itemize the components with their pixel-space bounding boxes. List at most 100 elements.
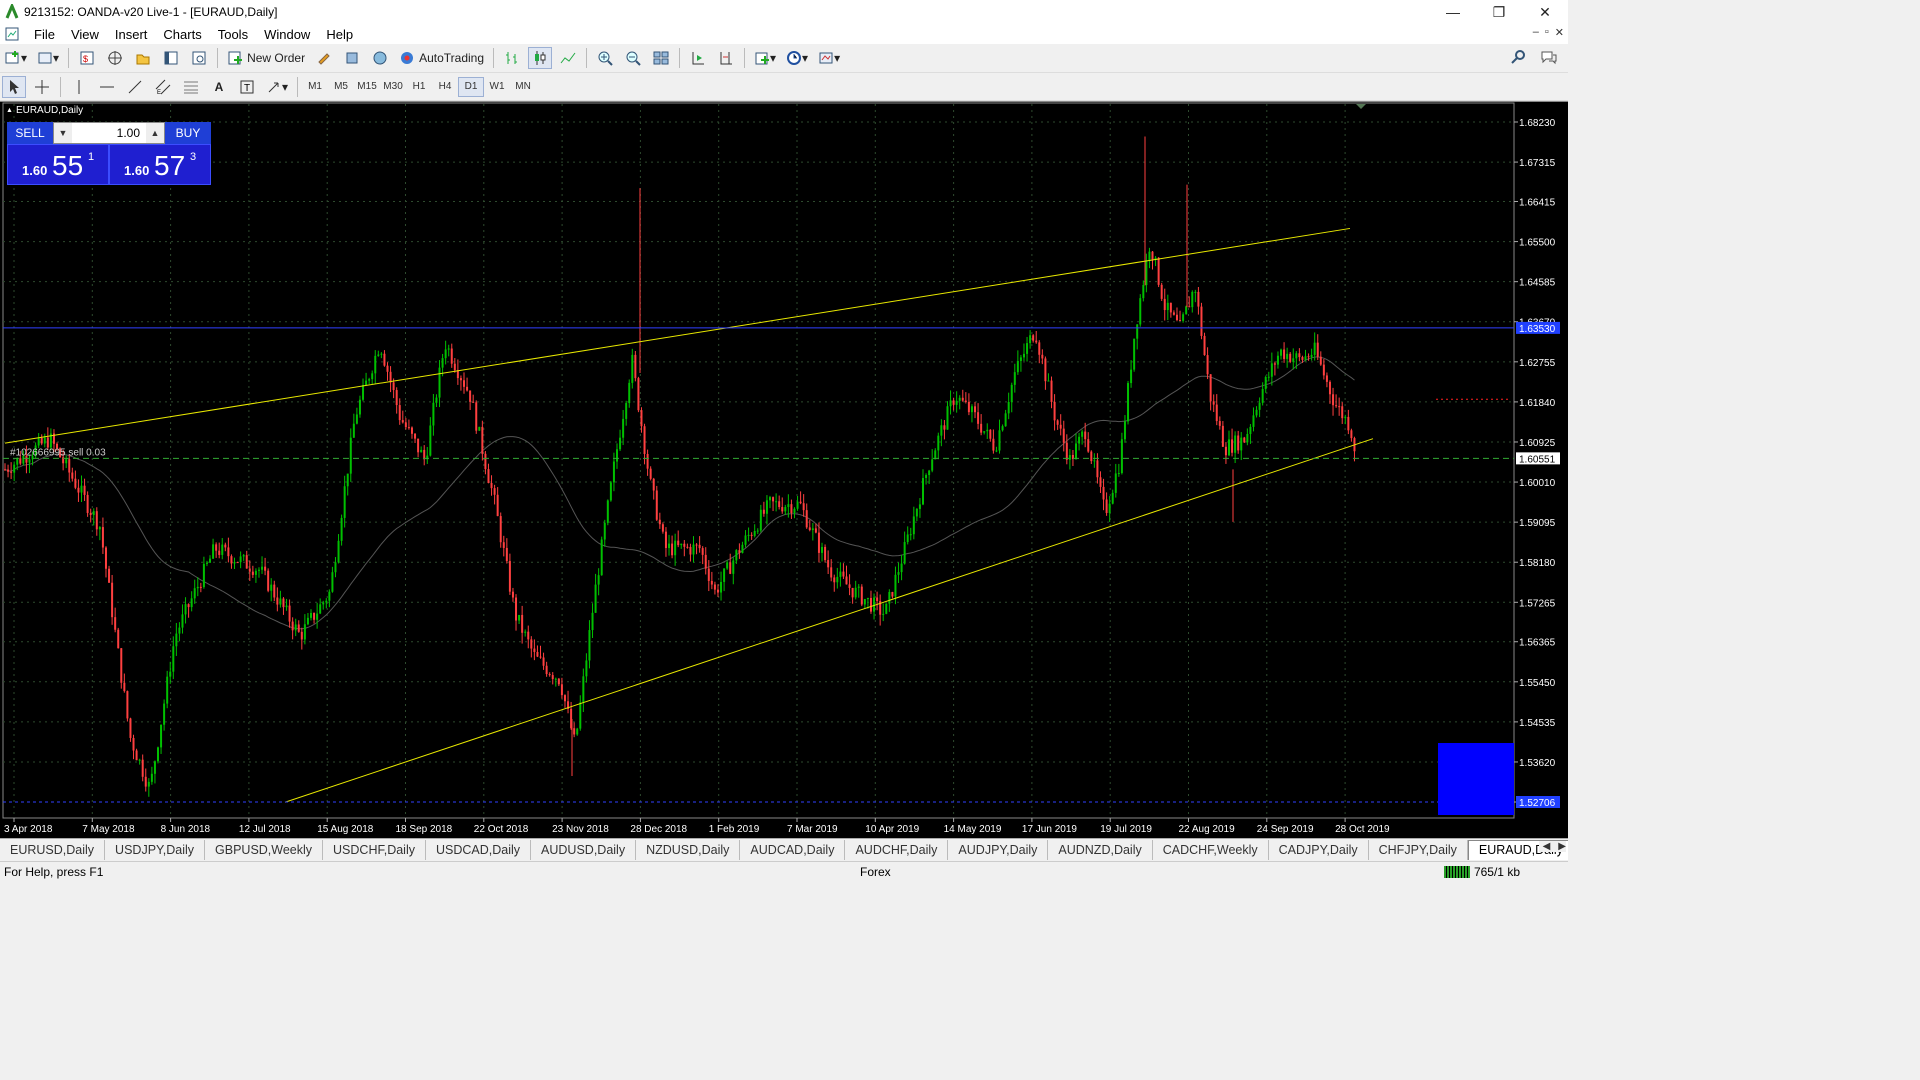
autotrading-button[interactable]: AutoTrading (396, 47, 487, 69)
sell-button[interactable]: SELL (7, 122, 53, 144)
timeframe-m30[interactable]: M30 (380, 77, 406, 97)
menu-insert[interactable]: Insert (107, 27, 156, 42)
lot-size-field[interactable]: 1.00 (72, 126, 146, 140)
mdi-restore-button[interactable]: ▫ (1545, 26, 1549, 39)
fibonacci-icon[interactable] (179, 76, 203, 98)
line-chart-icon[interactable] (556, 47, 580, 69)
lot-size-stepper[interactable]: ▼ 1.00 ▲ (53, 122, 165, 144)
equidistant-channel-icon[interactable]: E (151, 76, 175, 98)
tile-windows-icon[interactable] (649, 47, 673, 69)
collapse-triangle-icon[interactable]: ▲ (6, 107, 13, 114)
timeframe-m1[interactable]: M1 (302, 77, 328, 97)
tab-audjpy-daily[interactable]: AUDJPY,Daily (948, 839, 1049, 860)
templates-button[interactable]: ▾ (815, 47, 843, 69)
sell-price-button[interactable]: 1.60 55 1 (7, 144, 109, 185)
bar-chart-icon[interactable] (500, 47, 524, 69)
auto-scroll-icon[interactable] (686, 47, 710, 69)
search-icon[interactable] (1510, 49, 1526, 68)
time-axis-label: 23 Nov 2018 (552, 824, 609, 835)
text-icon[interactable]: A (207, 76, 231, 98)
periods-button[interactable]: ▾ (783, 47, 811, 69)
candle (1231, 428, 1234, 457)
menu-view[interactable]: View (63, 27, 107, 42)
restore-button[interactable]: ❐ (1476, 0, 1522, 24)
buy-price-button[interactable]: 1.60 57 3 (109, 144, 211, 185)
crosshair-icon[interactable] (30, 76, 54, 98)
timeframe-m15[interactable]: M15 (354, 77, 380, 97)
candle-body (664, 531, 667, 549)
tab-cadjpy-daily[interactable]: CADJPY,Daily (1269, 839, 1369, 860)
tab-usdjpy-daily[interactable]: USDJPY,Daily (105, 839, 206, 860)
trendline-icon[interactable] (123, 76, 147, 98)
profiles-button[interactable]: ▾ (34, 47, 62, 69)
document-icon[interactable] (4, 26, 20, 42)
timeframe-h1[interactable]: H1 (406, 77, 432, 97)
price-chart[interactable]: #102666995 sell 0.03 1.68230 1.67315 1.664… (0, 102, 1568, 839)
terminal-icon[interactable] (159, 47, 183, 69)
tab-chfjpy-daily[interactable]: CHFJPY,Daily (1369, 839, 1468, 860)
candle (1206, 347, 1209, 380)
tab-cadchf-weekly[interactable]: CADCHF,Weekly (1153, 839, 1269, 860)
new-order-button[interactable]: New Order (224, 47, 308, 69)
chart-shift-icon[interactable] (714, 47, 738, 69)
candle-body (967, 401, 970, 413)
candle (817, 522, 820, 563)
tab-usdchf-daily[interactable]: USDCHF,Daily (323, 839, 426, 860)
lot-increase-icon[interactable]: ▲ (146, 123, 164, 143)
tab-gbpusd-weekly[interactable]: GBPUSD,Weekly (205, 839, 324, 860)
candle-body (472, 401, 475, 403)
menu-help[interactable]: Help (318, 27, 361, 42)
data-window-icon[interactable] (103, 47, 127, 69)
tab-audusd-daily[interactable]: AUDUSD,Daily (531, 839, 637, 860)
market-watch-icon[interactable]: $ (75, 47, 99, 69)
tab-audcad-daily[interactable]: AUDCAD,Daily (740, 839, 846, 860)
chart-window[interactable]: #102666995 sell 0.03 1.68230 1.67315 1.664… (0, 101, 1568, 838)
tab-scroll-left-icon[interactable]: ◀ (1543, 841, 1551, 852)
signals-icon[interactable] (340, 47, 364, 69)
candle-body (515, 597, 518, 621)
menu-charts[interactable]: Charts (155, 27, 209, 42)
text-label-icon[interactable]: T (235, 76, 259, 98)
candle (291, 617, 294, 640)
tab-nzdusd-daily[interactable]: NZDUSD,Daily (636, 839, 741, 860)
price-axis-label: 1.61840 (1519, 398, 1556, 409)
new-chart-button[interactable]: ▾ (2, 47, 30, 69)
menu-file[interactable]: File (26, 27, 63, 42)
indicators-button[interactable]: ▾ (751, 47, 779, 69)
timeframe-d1[interactable]: D1 (458, 76, 485, 97)
candlestick-chart-icon[interactable] (528, 47, 553, 69)
chat-icon[interactable] (1540, 49, 1558, 68)
timeframe-mn[interactable]: MN (510, 77, 536, 97)
timeframe-m5[interactable]: M5 (328, 77, 354, 97)
buy-button[interactable]: BUY (165, 122, 211, 144)
navigator-icon[interactable] (131, 47, 155, 69)
horizontal-line-icon[interactable] (95, 76, 119, 98)
candle (814, 523, 817, 534)
timeframe-h4[interactable]: H4 (432, 77, 458, 97)
zoom-in-icon[interactable] (593, 47, 617, 69)
market-icon[interactable] (368, 47, 392, 69)
strategy-tester-icon[interactable] (187, 47, 211, 69)
zoom-out-icon[interactable] (621, 47, 645, 69)
tab-audchf-daily[interactable]: AUDCHF,Daily (845, 839, 949, 860)
connection-status[interactable]: 765/1 kb (1443, 865, 1520, 879)
vertical-line-icon[interactable] (67, 76, 91, 98)
tab-audnzd-daily[interactable]: AUDNZD,Daily (1048, 839, 1153, 860)
arrows-icon[interactable]: ▾ (263, 76, 291, 98)
minimize-button[interactable]: — (1430, 0, 1476, 24)
close-button[interactable]: ✕ (1522, 0, 1568, 24)
candle-body (340, 517, 343, 541)
candle (518, 614, 521, 624)
mdi-minimize-button[interactable]: – (1533, 26, 1539, 39)
cursor-icon[interactable] (2, 75, 26, 98)
timeframe-w1[interactable]: W1 (484, 77, 510, 97)
mdi-close-button[interactable]: ✕ (1555, 26, 1564, 39)
menu-tools[interactable]: Tools (210, 27, 256, 42)
tab-scroll-right-icon[interactable]: ▶ (1558, 841, 1566, 852)
tab-eurusd-daily[interactable]: EURUSD,Daily (0, 839, 106, 860)
tab-usdcad-daily[interactable]: USDCAD,Daily (426, 839, 532, 860)
menu-window[interactable]: Window (256, 27, 318, 42)
lot-decrease-icon[interactable]: ▼ (54, 123, 72, 143)
candle-body (389, 371, 392, 383)
metaeditor-icon[interactable] (312, 47, 336, 69)
